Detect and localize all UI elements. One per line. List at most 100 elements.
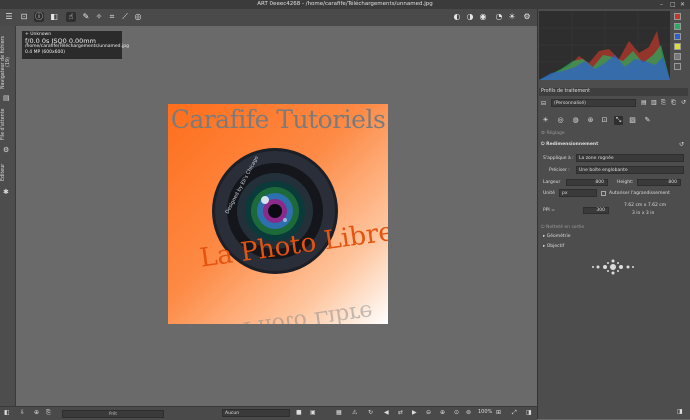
width-input[interactable]: 800 [566, 179, 608, 186]
right-panel-collapse-icon[interactable]: ◨ [677, 408, 683, 415]
external-editor-icon[interactable]: ⎘ [46, 409, 51, 417]
focus-mask-icon[interactable]: ◉ [478, 12, 488, 22]
tab-color-icon[interactable]: ◍ [571, 116, 580, 125]
maximize-icon[interactable]: □ [670, 0, 676, 9]
histogram-blue-toggle[interactable] [674, 33, 681, 40]
before-after-icon[interactable]: ◧ [49, 12, 59, 22]
save-profile-icon[interactable]: ▥ [651, 99, 657, 106]
profile-select[interactable]: (Personnalisé) [551, 99, 636, 107]
warning-icon[interactable]: ⚠ [352, 409, 357, 416]
color-icon[interactable]: ■ [296, 409, 302, 416]
new-detail-window-icon[interactable]: ⊞ [496, 409, 501, 416]
profile-icon: ⊟ [541, 100, 547, 107]
zoom-in-icon[interactable]: ⊕ [440, 409, 445, 416]
zoom-level: 100% [478, 409, 493, 415]
tab-queue-label: File d'attente [1, 108, 6, 140]
profile-dropdown-value: Aucun [225, 411, 240, 416]
close-icon[interactable]: ✕ [680, 0, 685, 9]
zoom-fit-icon[interactable]: ⊙ [454, 409, 459, 416]
allow-upscale-checkbox[interactable] [601, 191, 606, 196]
color-picker-icon[interactable]: ✎ [81, 12, 91, 22]
tab-editor[interactable]: Éditeur [1, 158, 14, 186]
geometry-label: Géométrie [546, 234, 571, 239]
save-icon[interactable]: ⇩ [20, 409, 25, 416]
spot-removal-icon[interactable]: ◎ [133, 12, 143, 22]
history-icon[interactable]: ☰ [4, 12, 14, 22]
photo-title-text: Carafife Tutoriels [170, 105, 386, 134]
profiles-header: Profils de traitement [539, 88, 688, 96]
tab-detail-icon[interactable]: ◎ [556, 116, 565, 125]
specify-select[interactable]: Une boîte englobante [576, 166, 684, 174]
gamut-icon[interactable]: ▣ [310, 409, 316, 416]
tab-local-icon[interactable]: ⊡ [600, 116, 609, 125]
lens-label: Objectif [546, 244, 565, 249]
preview-g-icon[interactable]: ◑ [465, 12, 475, 22]
panel-ornament [592, 259, 634, 275]
preview-r-icon[interactable]: ◐ [452, 12, 462, 22]
right-panel-icon[interactable]: ◨ [526, 409, 532, 416]
paste-profile-icon[interactable]: ⎗ [671, 99, 676, 107]
histogram-red-toggle[interactable] [674, 13, 681, 20]
resize-header[interactable]: ⏻ Redimensionnement [541, 141, 598, 147]
histogram-luma-toggle[interactable] [674, 43, 681, 50]
specify-label: Préciser : [549, 168, 570, 173]
load-profile-icon[interactable]: ▤ [641, 99, 647, 106]
tab-queue[interactable]: File d'attente [1, 104, 14, 144]
sync-icon[interactable]: ⇄ [398, 409, 403, 416]
tab-transform-icon[interactable]: ⤡ [614, 116, 623, 125]
presets-label: Réglage [546, 131, 565, 136]
unit-label: Unité [543, 191, 555, 196]
applies-to-select[interactable]: La zone rognée [576, 154, 684, 162]
straighten-icon[interactable]: ⟋ [120, 12, 130, 22]
crop-tool-icon[interactable]: ⌗ [107, 12, 117, 22]
presets-row[interactable]: ⚙ Réglage [541, 131, 565, 136]
softproof-icon[interactable]: ▦ [336, 409, 342, 416]
image-info-overlay: + Unknown f/0.0 0s ISO0 0.00mm /home/car… [22, 31, 129, 59]
histogram-raw-toggle[interactable] [674, 63, 681, 70]
height-input[interactable]: 800 [637, 179, 681, 186]
highlight-clip-icon[interactable]: ☀ [507, 12, 517, 22]
info-icon[interactable]: ⓘ [34, 12, 44, 22]
fullscreen-icon[interactable]: ⤢ [512, 409, 517, 417]
minimize-icon[interactable]: – [660, 0, 663, 9]
editor-icon: ✱ [3, 188, 9, 196]
crop-icon[interactable]: ⊡ [19, 12, 29, 22]
rotate-icon[interactable]: ↻ [368, 409, 373, 416]
tab-file-browser[interactable]: Navigateur de fichiers (19) [1, 32, 14, 92]
resize-header-label: Redimensionnement [546, 142, 599, 147]
tab-exposure-icon[interactable]: ☀ [541, 116, 550, 125]
unit-select[interactable]: px [559, 189, 597, 197]
shadow-clip-icon[interactable]: ◔ [494, 12, 504, 22]
queue-add-icon[interactable]: ⊕ [34, 409, 39, 416]
prev-image-icon[interactable]: ◀ [384, 409, 389, 416]
histogram-chroma-toggle[interactable] [674, 53, 681, 60]
zoom-100-icon[interactable]: ⊚ [466, 409, 471, 416]
copy-profile-icon[interactable]: ⎘ [661, 99, 666, 107]
tab-advanced-icon[interactable]: ⊛ [586, 116, 595, 125]
profile-dropdown[interactable]: Aucun [222, 409, 290, 417]
bottom-toolbar: ◧ ⇩ ⊕ ⎘ Prêt Aucun ■ ▣ ▦ ⚠ ↻ ◀ ⇄ ▶ ⊖ ⊕ ⊙… [0, 406, 537, 420]
lens-header[interactable]: ▸ Objectif [543, 244, 564, 249]
folder-icon: ▤ [3, 94, 10, 102]
histogram-green-toggle[interactable] [674, 23, 681, 30]
hand-tool-icon[interactable]: ☝ [66, 12, 76, 22]
main-toolbar: ☰ ⊡ ⓘ ◧ ☝ ✎ ✧ ⌗ ⟋ ◎ ◐ ◑ ◉ ◔ ☀ ⚙ [0, 9, 537, 27]
detail-window-icon[interactable]: ⚙ [522, 12, 532, 22]
window-title: ART 0eeec4268 - /home/carafife/Télécharg… [257, 1, 433, 7]
zoom-out-icon[interactable]: ⊖ [426, 409, 431, 416]
profiles-header-label: Profils de traitement [541, 89, 591, 94]
specify-value: Une boîte englobante [579, 168, 628, 173]
white-balance-icon[interactable]: ✧ [94, 12, 104, 22]
height-label: Height: [617, 180, 634, 185]
output-sharpening-label: Netteté en sortie [546, 225, 585, 230]
reset-profile-icon[interactable]: ↺ [681, 99, 686, 106]
geometry-header[interactable]: ▸ Géométrie [543, 234, 571, 239]
ppi-value: 300 [596, 208, 605, 213]
tab-raw-icon[interactable]: ▨ [628, 116, 637, 125]
next-image-icon[interactable]: ▶ [412, 409, 417, 416]
ppi-input[interactable]: 300 [583, 207, 609, 214]
resize-reset-icon[interactable]: ↺ [679, 141, 684, 148]
left-panel-icon[interactable]: ◧ [4, 409, 10, 416]
output-sharpening-header[interactable]: ⏻ Netteté en sortie [541, 224, 584, 230]
tab-meta-icon[interactable]: ✎ [643, 116, 652, 125]
